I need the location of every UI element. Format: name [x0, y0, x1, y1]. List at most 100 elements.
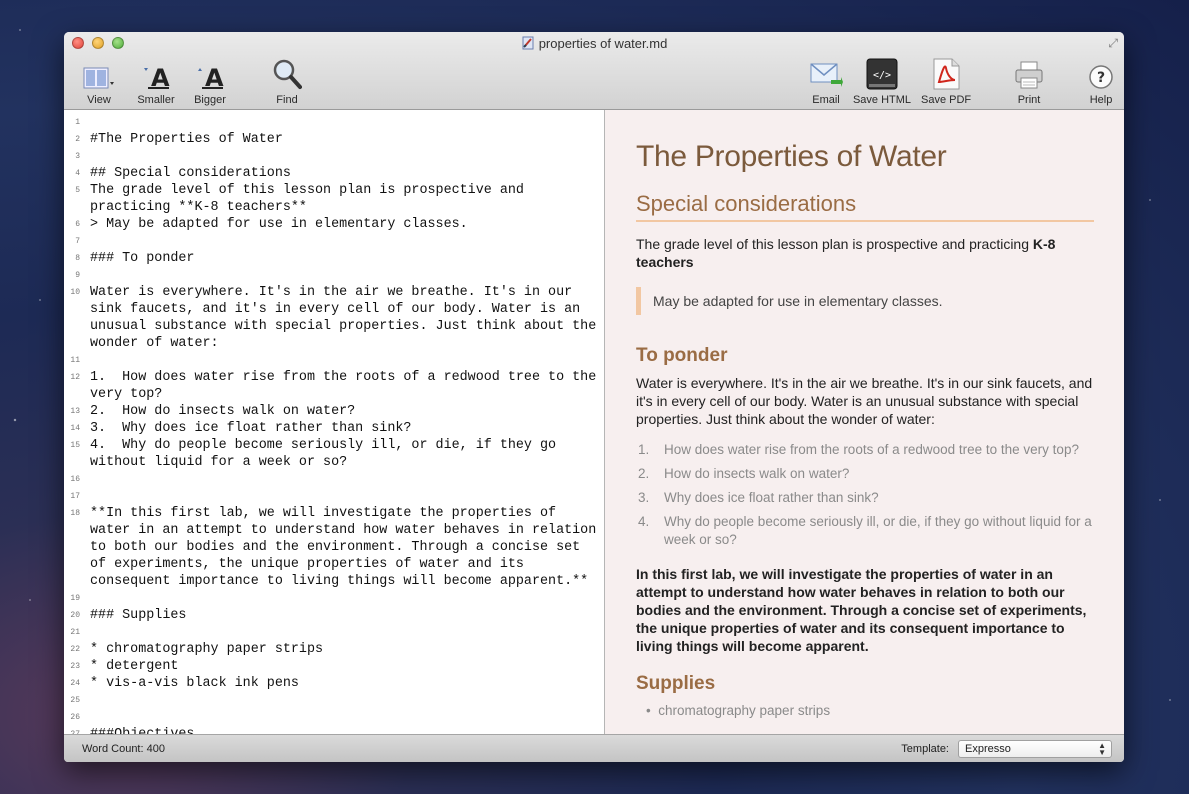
editor-line[interactable] — [90, 471, 604, 488]
window-title: properties of water.md — [64, 36, 1124, 51]
help-button[interactable]: ? Help — [1086, 56, 1116, 106]
help-label: Help — [1089, 94, 1113, 106]
email-label: Email — [812, 94, 840, 106]
editor-line[interactable]: without liquid for a week or so? — [90, 454, 604, 471]
editor-line[interactable]: wonder of water: — [90, 335, 604, 352]
editor-line[interactable]: consequent importance to living things w… — [90, 573, 604, 590]
editor-line[interactable] — [90, 692, 604, 709]
editor-line[interactable]: of experiments, the unique properties of… — [90, 556, 604, 573]
editor-line[interactable]: > May be adapted for use in elementary c… — [90, 216, 604, 233]
editor-line[interactable] — [90, 709, 604, 726]
save-html-button[interactable]: </> Save HTML — [852, 56, 912, 106]
editor-line[interactable]: sink faucets, and it's in every cell of … — [90, 301, 604, 318]
editor-line[interactable]: ## Special considerations — [90, 165, 604, 182]
list-item-number: 3. — [638, 490, 650, 505]
find-label: Find — [276, 94, 298, 106]
preview-supplies-list: • chromatography paper strips — [636, 703, 1094, 718]
line-number: 19 — [70, 594, 80, 603]
line-number: 6 — [75, 220, 80, 229]
list-item-text: How does water rise from the roots of a … — [664, 442, 1079, 457]
editor-line[interactable]: **In this first lab, we will investigate… — [90, 505, 604, 522]
preview-paragraph: The grade level of this lesson plan is p… — [636, 235, 1094, 271]
printer-icon — [1015, 61, 1043, 89]
editor-line[interactable] — [90, 114, 604, 131]
svg-text:?: ? — [1097, 70, 1105, 86]
line-number: 2 — [75, 135, 80, 144]
line-number: 25 — [70, 696, 80, 705]
editor-line[interactable]: unusual substance with special propertie… — [90, 318, 604, 335]
list-item: 2. How do insects walk on water? — [638, 465, 1094, 483]
line-number — [64, 522, 84, 539]
list-item: • chromatography paper strips — [646, 703, 831, 718]
editor-line[interactable] — [90, 233, 604, 250]
markdown-editor[interactable]: 1 2 3 4 5 6 7 8 9 10 11 12 13 14 15 16 17 18 19 20 21 22 23 24 2… — [64, 110, 605, 734]
save-pdf-button[interactable]: Save PDF — [921, 56, 971, 106]
word-count: Word Count: 400 — [82, 743, 165, 755]
editor-line[interactable]: 4. Why do people become seriously ill, o… — [90, 437, 604, 454]
window-title-text: properties of water.md — [538, 36, 668, 51]
line-number — [64, 454, 84, 471]
line-number: 7 — [75, 237, 80, 246]
editor-line[interactable]: ### To ponder — [90, 250, 604, 267]
editor-text-area[interactable]: #The Properties of Water ## Special consi… — [84, 110, 604, 734]
html-preview: The Properties of Water Special consider… — [605, 110, 1124, 734]
editor-line[interactable]: * detergent — [90, 658, 604, 675]
content-area: 1 2 3 4 5 6 7 8 9 10 11 12 13 14 15 16 17 18 19 20 21 22 23 24 2… — [64, 110, 1124, 734]
editor-line[interactable] — [90, 590, 604, 607]
list-item: 4. Why do people become seriously ill, or… — [638, 513, 1094, 549]
preview-blockquote: May be adapted for use in elementary cla… — [636, 287, 1094, 315]
smaller-button[interactable]: A Smaller — [136, 56, 176, 106]
list-item-text: Why does ice float rather than sink? — [664, 490, 879, 505]
line-number — [64, 556, 84, 573]
status-bar: Word Count: 400 Template: Expresso ▲ ▼ — [64, 734, 1124, 762]
line-number: 27 — [64, 726, 84, 734]
app-window: properties of water.md ⤢ View A Smaller … — [64, 32, 1124, 762]
email-button[interactable]: Email — [809, 56, 843, 106]
line-number — [64, 301, 84, 318]
editor-line[interactable]: ### Supplies — [90, 607, 604, 624]
find-button[interactable]: Find — [270, 56, 304, 106]
editor-line[interactable]: #The Properties of Water — [90, 131, 604, 148]
template-selected-value: Expresso — [965, 743, 1011, 755]
template-select[interactable]: Expresso ▲ ▼ — [958, 740, 1112, 758]
preview-heading-ponder: To ponder — [636, 345, 728, 366]
list-item: 1. How does water rise from the roots of … — [638, 441, 1094, 459]
text-bigger-icon: A — [198, 64, 224, 90]
editor-line[interactable]: practicing **K-8 teachers** — [90, 199, 604, 216]
editor-line[interactable]: very top? — [90, 386, 604, 403]
line-number — [64, 386, 84, 403]
editor-line[interactable] — [90, 624, 604, 641]
line-number: 21 — [70, 628, 80, 637]
editor-line[interactable]: The grade level of this lesson plan is p… — [90, 182, 604, 199]
magnifier-icon — [273, 59, 302, 89]
html-code-icon: </> — [866, 58, 898, 90]
bigger-button[interactable]: A Bigger — [190, 56, 230, 106]
editor-line[interactable] — [90, 488, 604, 505]
preview-heading-supplies: Supplies — [636, 673, 716, 694]
editor-line[interactable]: to both our bodies and the environment. … — [90, 539, 604, 556]
view-button[interactable]: View — [82, 56, 116, 106]
line-number: 18 — [70, 509, 80, 518]
print-button[interactable]: Print — [1012, 56, 1046, 106]
line-number: 14 — [70, 424, 80, 433]
editor-line[interactable]: 3. Why does ice float rather than sink? — [90, 420, 604, 437]
editor-line[interactable]: water in an attempt to understand how wa… — [90, 522, 604, 539]
editor-line[interactable]: * chromatography paper strips — [90, 641, 604, 658]
editor-line[interactable]: ###Objectives — [90, 726, 604, 734]
editor-line[interactable]: Water is everywhere. It's in the air we … — [90, 284, 604, 301]
line-number: 4 — [75, 169, 80, 178]
preview-paragraph-ponder: Water is everywhere. It's in the air we … — [636, 375, 1093, 427]
help-icon: ? — [1089, 65, 1113, 89]
line-number: 13 — [70, 407, 80, 416]
editor-line[interactable]: 2. How do insects walk on water? — [90, 403, 604, 420]
editor-line[interactable]: * vis-a-vis black ink pens — [90, 675, 604, 692]
editor-line[interactable] — [90, 148, 604, 165]
list-item: 3. Why does ice float rather than sink? — [638, 489, 1094, 507]
editor-line[interactable] — [90, 267, 604, 284]
line-number — [64, 318, 84, 335]
svg-text:</>: </> — [873, 70, 891, 81]
fullscreen-icon[interactable]: ⤢ — [1108, 36, 1118, 51]
line-number: 1 — [75, 118, 80, 127]
editor-line[interactable]: 1. How does water rise from the roots of… — [90, 369, 604, 386]
editor-line[interactable] — [90, 352, 604, 369]
